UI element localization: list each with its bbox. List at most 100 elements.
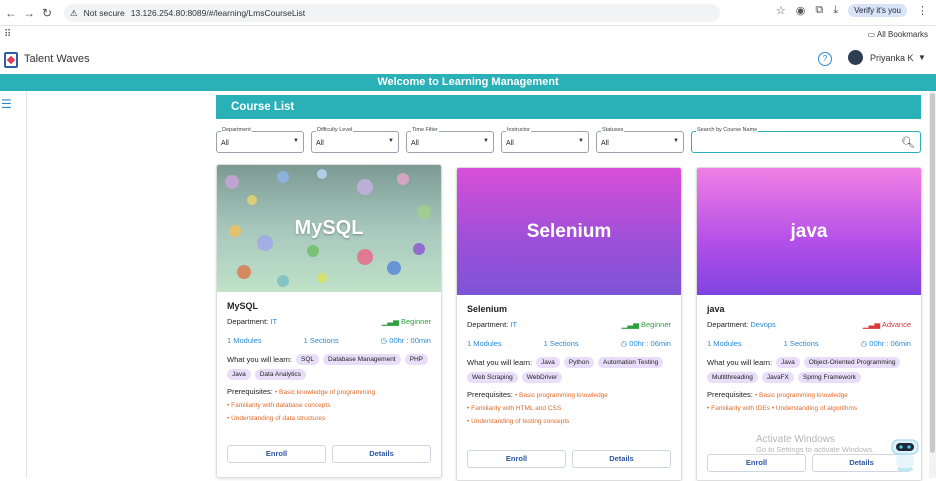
prerequisites: Prerequisites: • Basic programming knowl… [467, 390, 608, 399]
prereq-item: Understanding of data structures [231, 415, 326, 422]
warning-icon: ⚠ [70, 7, 78, 18]
modules-count: 1 Modules [707, 339, 742, 348]
course-title: Selenium [467, 304, 508, 314]
filter-label: Statuses [601, 127, 625, 133]
sections-count: 1 Sections [303, 336, 339, 345]
clock-icon: ◷ [380, 336, 388, 345]
not-secure-label: Not secure [83, 8, 125, 18]
extensions-icon[interactable]: ⧉ [815, 4, 823, 17]
search-input[interactable]: Search by Course Name 🔍︎ [691, 127, 921, 153]
course-card-selenium[interactable]: Selenium Selenium Department: IT ▁▃▅ Beg… [456, 167, 682, 481]
sections-count: 1 Sections [783, 339, 819, 348]
apps-icon[interactable]: ⠿ [4, 29, 11, 40]
department-filter[interactable]: Department All ▼ [216, 127, 304, 153]
prereq-item: Basic programming knowledge [519, 392, 608, 399]
verify-button[interactable]: Verify it's you [848, 4, 907, 17]
course-card-mysql[interactable]: MySQL MySQL Department: IT ▁▃▅ Beginner … [216, 164, 442, 478]
learn-tags: What you will learn: Java Python Automat… [467, 357, 671, 383]
time-filter[interactable]: Time Filter All ▼ [406, 127, 494, 153]
welcome-banner: Welcome to Learning Management [0, 74, 936, 91]
course-list-title: Course List [216, 95, 921, 119]
prerequisites: Prerequisites: • Basic programming knowl… [707, 390, 848, 399]
tag: Java [776, 357, 800, 368]
filter-label: Instructor [506, 127, 531, 133]
filter-value: All [221, 140, 229, 147]
statuses-filter[interactable]: Statuses All ▼ [596, 127, 684, 153]
tag: Spring Framework [797, 372, 861, 383]
user-name[interactable]: Priyanka K [870, 53, 914, 63]
scrollbar[interactable] [929, 91, 936, 478]
enroll-button[interactable]: Enroll [467, 450, 566, 468]
prerequisites: Prerequisites: • Basic knowledge of prog… [227, 387, 376, 396]
brand-name: Talent Waves [24, 53, 90, 65]
enroll-button[interactable]: Enroll [227, 445, 326, 463]
level-label: Advance [881, 320, 911, 329]
search-icon[interactable]: 🔍︎ [901, 136, 915, 149]
course-title: MySQL [227, 301, 259, 311]
duration-value: 00hr : 06min [869, 339, 911, 348]
difficulty-filter[interactable]: Difficulty Level All ▼ [311, 127, 399, 153]
department: Department: Devops [707, 320, 776, 329]
tag: Multithreading [707, 372, 758, 383]
tag: PHP [404, 354, 428, 365]
camera-icon[interactable]: ◉ [796, 4, 806, 17]
department-label: Department: [707, 320, 749, 329]
tag: Web Scraping [467, 372, 518, 383]
level-label: Beginner [640, 320, 671, 329]
prereq-item: Basic knowledge of programming [279, 389, 376, 396]
more-icon[interactable]: ⋮ [917, 4, 928, 17]
department-value: IT [270, 317, 278, 326]
address-bar[interactable]: ⚠ Not secure 13.126.254.80:8089/#/learni… [64, 4, 720, 22]
activate-windows-watermark: Activate Windows Go to Settings to activ… [756, 434, 874, 454]
caret-down-icon[interactable]: ▼ [918, 53, 926, 62]
tag: SQL [296, 354, 320, 365]
dropdown-arrow-icon: ▼ [483, 138, 489, 144]
course-title: java [707, 304, 725, 314]
dropdown-arrow-icon: ▼ [673, 138, 679, 144]
download-icon[interactable]: ⤓ [833, 4, 838, 17]
tag: Java [227, 369, 251, 380]
course-hero-image: java [697, 168, 921, 295]
department: Department: IT [467, 320, 517, 329]
help-icon[interactable]: ? [818, 52, 832, 66]
tag: Database Management [323, 354, 401, 365]
tag: WebDriver [521, 372, 563, 383]
prereq-item: Understanding of testing concepts [471, 418, 570, 425]
instructor-filter[interactable]: Instructor All ▼ [501, 127, 589, 153]
details-button[interactable]: Details [332, 445, 431, 463]
filter-label: Department [221, 127, 252, 133]
level-badge: ▁▃▅ Beginner [382, 317, 431, 326]
app-header: Talent Waves ? Priyanka K ▼ [0, 44, 936, 74]
duration: ◷ 00hr : 06min [621, 339, 671, 348]
scrollbar-thumb[interactable] [930, 93, 935, 453]
reload-icon[interactable]: ↻ [40, 6, 54, 20]
course-hero-title: Selenium [526, 220, 612, 242]
learn-tags: What you will learn: SQL Database Manage… [227, 354, 431, 380]
learn-label: What you will learn: [467, 358, 533, 367]
tag: Automation Testing [598, 357, 664, 368]
prereq-item: Understanding of algorithms [775, 405, 858, 412]
level-badge: ▁▃▅ Advance [863, 320, 911, 329]
duration: ◷ 00hr : 00min [381, 336, 431, 345]
sidebar: ☰ [0, 91, 27, 478]
all-bookmarks[interactable]: ▭ All Bookmarks [868, 30, 928, 39]
avatar[interactable] [848, 50, 863, 65]
course-hero-image: MySQL [217, 165, 441, 292]
enroll-button[interactable]: Enroll [707, 454, 806, 472]
filter-value: All [601, 140, 609, 147]
dropdown-arrow-icon: ▼ [293, 138, 299, 144]
signal-bars-icon: ▁▃▅ [862, 320, 881, 329]
chatbot-robot-icon[interactable] [886, 436, 924, 474]
hamburger-menu-icon[interactable]: ☰ [1, 97, 12, 111]
filter-label: Time Filter [411, 127, 439, 133]
back-icon[interactable]: ← [4, 6, 18, 20]
star-icon[interactable]: ☆ [776, 4, 786, 17]
modules-count: 1 Modules [227, 336, 262, 345]
details-button[interactable]: Details [572, 450, 671, 468]
talent-waves-logo [4, 52, 18, 68]
prereq-item: Familiarity with IDEs [711, 405, 770, 412]
forward-icon[interactable]: → [22, 6, 36, 20]
learn-label: What you will learn: [227, 355, 293, 364]
tag: JavaFX [761, 372, 794, 383]
prereq-label: Prerequisites: [227, 387, 273, 396]
